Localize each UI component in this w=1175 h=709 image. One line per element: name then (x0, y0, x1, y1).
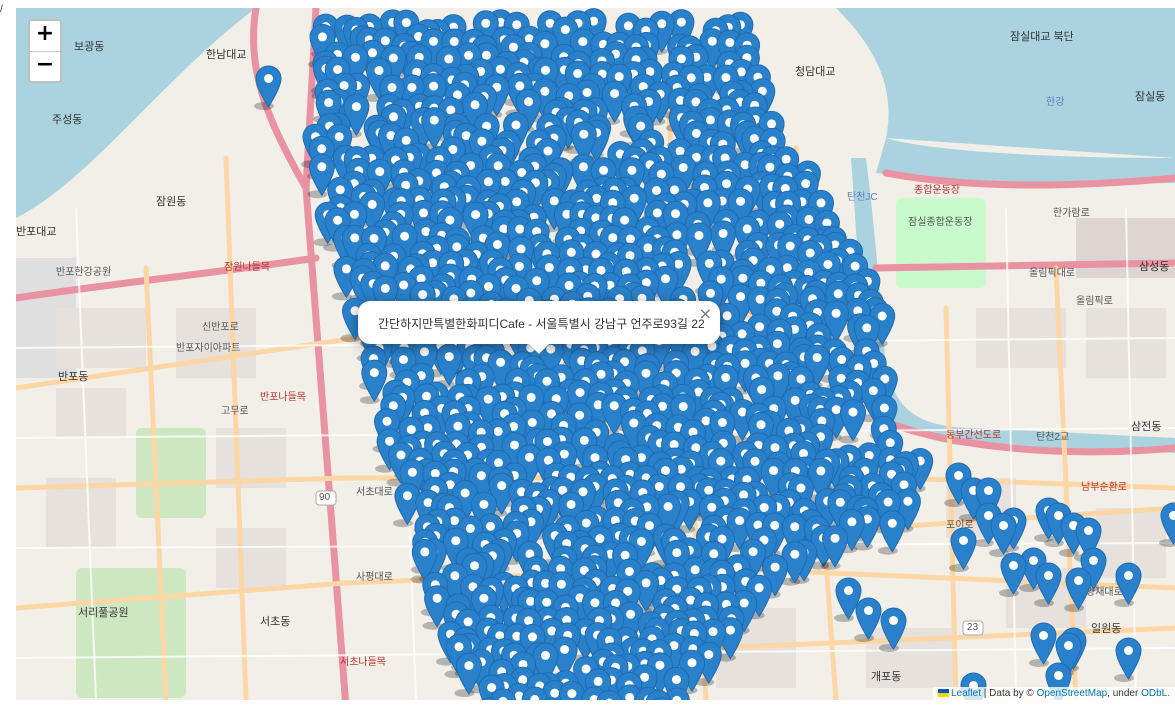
han-river-east (836, 8, 1175, 158)
popup-tip (529, 344, 549, 354)
osm-link[interactable]: OpenStreetMap (1037, 688, 1108, 699)
edge-mark: / (0, 4, 3, 15)
popup-close-button[interactable]: × (699, 304, 712, 323)
leaflet-link[interactable]: Leaflet (951, 688, 981, 699)
odbl-link[interactable]: ODbL. (1141, 688, 1170, 699)
map-viewport[interactable]: 90 51 23 61 13 한남대교 보광동 주성동 잠원동 반포대교 반포동… (16, 8, 1175, 700)
ukraine-flag-icon (937, 689, 949, 698)
attribution-under: , under (1107, 688, 1142, 699)
base-map (16, 8, 1175, 700)
attribution: Leaflet | Data by © OpenStreetMap, under… (932, 687, 1175, 700)
attribution-separator: | Data by © (981, 688, 1037, 699)
popup-content: 간단하지만특별한화피디Cafe - 서울특별시 강남구 언주로93길 22 (378, 317, 705, 331)
zoom-out-button[interactable]: − (30, 51, 60, 81)
zoom-control: + − (28, 19, 62, 83)
marker-popup: 간단하지만특별한화피디Cafe - 서울특별시 강남구 언주로93길 22 × (358, 301, 720, 354)
zoom-in-button[interactable]: + (30, 21, 60, 51)
